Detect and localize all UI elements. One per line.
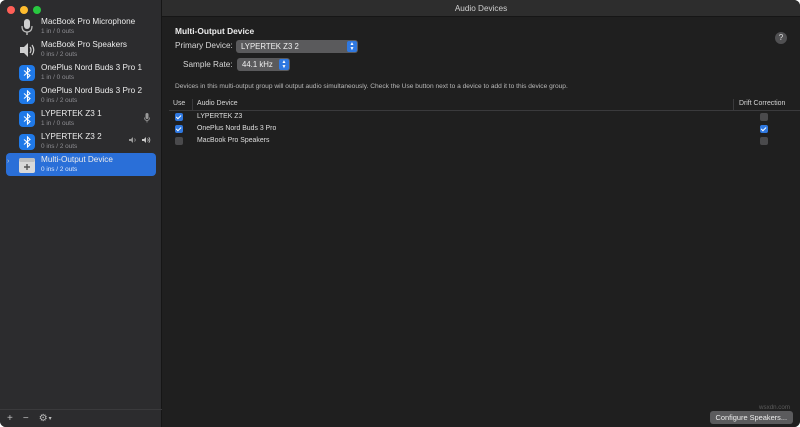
device-name: LYPERTEK Z3 1 bbox=[41, 109, 102, 118]
default-input-microphone-icon bbox=[144, 113, 150, 125]
column-divider bbox=[733, 99, 734, 110]
bluetooth-icon bbox=[18, 110, 36, 128]
table-row: OnePlus Nord Buds 3 Pro bbox=[169, 123, 800, 135]
primary-device-value: LYPERTEK Z3 2 bbox=[241, 42, 299, 51]
column-divider bbox=[192, 99, 193, 110]
use-checkbox[interactable] bbox=[175, 137, 183, 145]
sidebar-toolbar: + − ⚙ ▾ bbox=[0, 409, 162, 427]
audio-devices-window: MacBook Pro Microphone 1 in / 0 outs Mac… bbox=[0, 0, 800, 427]
drift-correction-checkbox[interactable] bbox=[760, 125, 768, 133]
device-channels: 0 ins / 2 outs bbox=[41, 51, 78, 58]
table-row: MacBook Pro Speakers bbox=[169, 135, 800, 147]
device-name: Multi-Output Device bbox=[41, 155, 113, 164]
device-channels: 0 ins / 2 outs bbox=[41, 166, 78, 173]
default-output-speaker-icon bbox=[142, 137, 151, 143]
popup-arrows-icon: ▲ ▼ bbox=[347, 41, 357, 52]
gear-icon: ⚙ bbox=[38, 412, 48, 424]
device-channels: 0 ins / 2 outs bbox=[41, 97, 78, 104]
column-header-use[interactable]: Use bbox=[173, 100, 185, 107]
audio-device-name: LYPERTEK Z3 bbox=[197, 113, 243, 120]
device-name: MacBook Pro Speakers bbox=[41, 40, 128, 49]
chevron-right-icon[interactable]: › bbox=[7, 158, 9, 165]
device-detail-panel: Multi-Output Device ? Primary Device: LY… bbox=[162, 17, 800, 427]
popup-arrows-icon: ▲ ▼ bbox=[279, 59, 289, 70]
device-item-macbook-speakers[interactable]: MacBook Pro Speakers 0 ins / 2 outs bbox=[6, 38, 156, 61]
table-header: Use Audio Device Drift Correction bbox=[169, 98, 800, 111]
speaker-icon bbox=[18, 41, 36, 59]
column-header-drift-correction[interactable]: Drift Correction bbox=[739, 100, 785, 107]
device-name: OnePlus Nord Buds 3 Pro 1 bbox=[41, 63, 143, 72]
primary-device-label: Primary Device: bbox=[175, 41, 233, 50]
device-name: LYPERTEK Z3 2 bbox=[41, 132, 102, 141]
audio-device-name: MacBook Pro Speakers bbox=[197, 137, 270, 144]
device-item-lypertek-2[interactable]: LYPERTEK Z3 2 0 ins / 2 outs bbox=[6, 130, 156, 153]
drift-correction-checkbox[interactable] bbox=[760, 113, 768, 121]
device-item-multi-output[interactable]: › Multi-Output Device 0 ins / 2 outs bbox=[6, 153, 156, 176]
output-indicators bbox=[128, 136, 151, 144]
use-checkbox[interactable] bbox=[175, 125, 183, 133]
audio-device-name: OnePlus Nord Buds 3 Pro bbox=[197, 125, 277, 132]
device-item-oneplus-2[interactable]: OnePlus Nord Buds 3 Pro 2 0 ins / 2 outs bbox=[6, 84, 156, 107]
sample-rate-value: 44.1 kHz bbox=[242, 60, 273, 69]
alert-sound-icon bbox=[129, 137, 136, 143]
device-list: MacBook Pro Microphone 1 in / 0 outs Mac… bbox=[0, 15, 162, 176]
sample-rate-label: Sample Rate: bbox=[183, 60, 233, 69]
table-row: LYPERTEK Z3 bbox=[169, 111, 800, 123]
primary-device-select[interactable]: LYPERTEK Z3 2 ▲ ▼ bbox=[236, 40, 358, 53]
close-window-button[interactable] bbox=[7, 6, 15, 14]
title-bar: Audio Devices bbox=[162, 0, 800, 17]
multi-output-icon bbox=[18, 156, 36, 174]
remove-device-button[interactable]: − bbox=[23, 413, 29, 424]
watermark: wsxdn.com bbox=[759, 404, 790, 411]
add-device-button[interactable]: + bbox=[7, 413, 13, 424]
device-group-table: Use Audio Device Drift Correction LYPERT… bbox=[169, 98, 800, 147]
device-name: MacBook Pro Microphone bbox=[41, 17, 136, 26]
chevron-down-icon: ▾ bbox=[48, 415, 52, 422]
device-channels: 1 in / 0 outs bbox=[41, 28, 75, 35]
configure-speakers-button[interactable]: Configure Speakers... bbox=[709, 411, 793, 424]
device-channels: 1 in / 0 outs bbox=[41, 74, 75, 81]
device-name: OnePlus Nord Buds 3 Pro 2 bbox=[41, 86, 143, 95]
group-description: Devices in this multi-output group will … bbox=[175, 83, 568, 90]
minimize-window-button[interactable] bbox=[20, 6, 28, 14]
microphone-icon bbox=[18, 18, 36, 36]
zoom-window-button[interactable] bbox=[33, 6, 41, 14]
device-channels: 1 in / 0 outs bbox=[41, 120, 75, 127]
window-controls bbox=[7, 6, 41, 14]
device-item-macbook-mic[interactable]: MacBook Pro Microphone 1 in / 0 outs bbox=[6, 15, 156, 38]
device-item-lypertek-1[interactable]: LYPERTEK Z3 1 1 in / 0 outs bbox=[6, 107, 156, 130]
help-button[interactable]: ? bbox=[775, 32, 787, 44]
sample-rate-select[interactable]: 44.1 kHz ▲ ▼ bbox=[237, 58, 290, 71]
window-title: Audio Devices bbox=[454, 4, 508, 13]
drift-correction-checkbox[interactable] bbox=[760, 137, 768, 145]
section-title: Multi-Output Device bbox=[175, 26, 255, 36]
device-item-oneplus-1[interactable]: OnePlus Nord Buds 3 Pro 1 1 in / 0 outs bbox=[6, 61, 156, 84]
bluetooth-icon bbox=[18, 133, 36, 151]
bluetooth-icon bbox=[18, 87, 36, 105]
device-actions-menu-button[interactable]: ⚙ ▾ bbox=[38, 412, 52, 424]
bluetooth-icon bbox=[18, 64, 36, 82]
use-checkbox[interactable] bbox=[175, 113, 183, 121]
device-channels: 0 ins / 2 outs bbox=[41, 143, 78, 150]
column-header-audio-device[interactable]: Audio Device bbox=[197, 100, 238, 107]
device-sidebar: MacBook Pro Microphone 1 in / 0 outs Mac… bbox=[0, 0, 162, 427]
